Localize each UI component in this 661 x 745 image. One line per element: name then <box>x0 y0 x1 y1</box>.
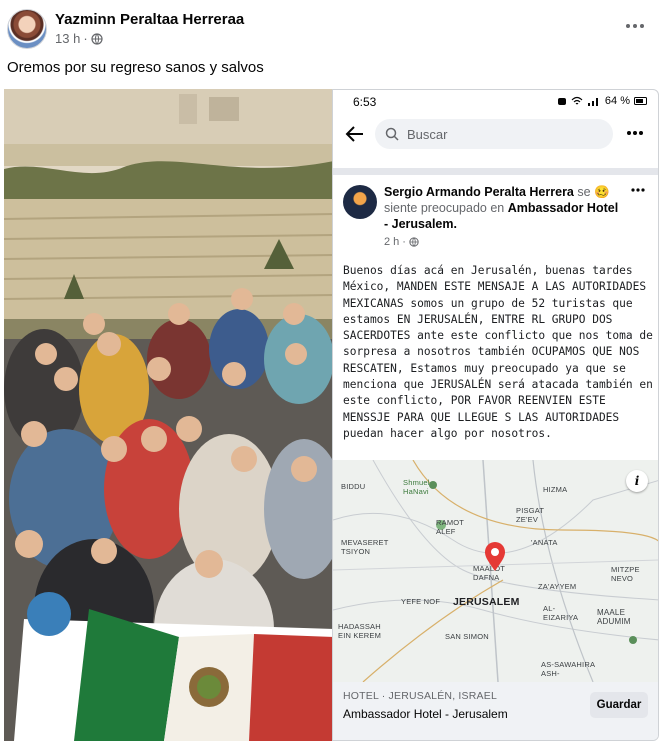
group-photo[interactable] <box>4 89 334 741</box>
more-options-icon[interactable] <box>623 14 647 38</box>
top-navigation: Buscar <box>333 116 658 152</box>
location-map[interactable]: BIDDU Shmuel HaNavi HIZMA PISGAT ZE'EV R… <box>333 460 658 682</box>
map-label-anata: 'ANATA <box>531 538 558 547</box>
inner-author-name[interactable]: Sergio Armando Peralta Herrera <box>384 185 574 199</box>
status-time: 6:53 <box>353 95 377 109</box>
map-label-hadassah: HADASSAH EIN KEREM <box>338 622 382 640</box>
post-time[interactable]: 13 h <box>55 31 80 46</box>
map-label-biddu: BIDDU <box>341 482 366 491</box>
worried-face-icon: 🥴 <box>594 185 610 199</box>
map-label-ramot: RAMOT ALEF <box>436 518 464 536</box>
map-info-button[interactable]: i <box>626 470 648 492</box>
map-label-sawahira: AS-SAWAHIRA ASH- <box>541 660 595 678</box>
feeling-prefix: se <box>577 185 591 199</box>
inner-meta-separator: · <box>402 236 406 248</box>
feeling-text: siente preocupado en <box>384 201 505 215</box>
globe-icon <box>91 32 103 45</box>
back-arrow-icon[interactable] <box>345 124 365 144</box>
inner-time-text[interactable]: 2 h <box>384 236 399 248</box>
map-label-mevaseret: MEVASERET TSIYON <box>341 538 389 556</box>
place-name[interactable]: Ambassador Hotel - Jerusalem <box>343 707 508 721</box>
feed-divider <box>333 168 658 175</box>
signal-icon <box>587 98 598 106</box>
search-input[interactable]: Buscar <box>375 119 613 149</box>
inner-globe-icon <box>409 237 419 247</box>
inner-author-avatar[interactable] <box>343 185 377 219</box>
map-label-pisgat: PISGAT ZE'EV <box>516 506 545 524</box>
inner-post-header: Sergio Armando Peralta Herrera se 🥴 sien… <box>384 184 624 232</box>
map-label-san-simon: SAN SIMON <box>445 632 489 641</box>
battery-icon <box>634 97 647 105</box>
map-label-eizariya: AL-EIZARIYA <box>543 604 579 622</box>
alarm-icon <box>557 98 566 105</box>
map-label-shmuel: Shmuel HaNavi <box>403 478 430 496</box>
map-label-jerusalem: JERUSALEM <box>453 596 520 608</box>
place-category: HOTEL · JERUSALÉN, ISRAEL <box>343 690 497 702</box>
place-card[interactable]: HOTEL · JERUSALÉN, ISRAEL Ambassador Hot… <box>333 682 658 740</box>
map-label-hizma: HIZMA <box>543 485 568 494</box>
location-pin-icon[interactable] <box>484 542 506 572</box>
map-label-yefe-nof: YEFE NOF <box>401 597 441 606</box>
meta-separator: · <box>83 31 88 46</box>
nav-more-icon[interactable] <box>626 128 644 138</box>
phone-screenshot: 6:53 64 % Buscar Sergio Armando Peralta … <box>332 89 659 741</box>
status-bar: 6:53 64 % <box>333 90 658 114</box>
post-meta: 13 h · <box>55 31 103 46</box>
author-avatar[interactable] <box>7 9 47 49</box>
search-icon <box>385 127 399 141</box>
wifi-icon <box>571 96 583 105</box>
battery-level: 64 % <box>604 95 630 107</box>
author-name[interactable]: Yazminn Peraltaa Herreraa <box>55 11 244 28</box>
save-button[interactable]: Guardar <box>590 692 648 718</box>
inner-more-icon[interactable] <box>630 186 646 194</box>
inner-post-time: 2 h · <box>384 236 419 248</box>
map-label-maale: MAALE ADUMIM <box>597 608 631 626</box>
search-placeholder: Buscar <box>407 126 448 142</box>
map-label-mitzpe: MITZPE NEVO <box>611 565 640 583</box>
status-icons: 64 % <box>557 95 648 107</box>
post-header: Yazminn Peraltaa Herreraa 13 h · <box>0 0 661 58</box>
map-label-zayyem: ZA'AYYEM <box>538 582 577 591</box>
post-caption: Oremos por su regreso sanos y salvos <box>7 59 264 76</box>
inner-post-body: Buenos días acá en Jerusalén, buenas tar… <box>343 264 653 440</box>
